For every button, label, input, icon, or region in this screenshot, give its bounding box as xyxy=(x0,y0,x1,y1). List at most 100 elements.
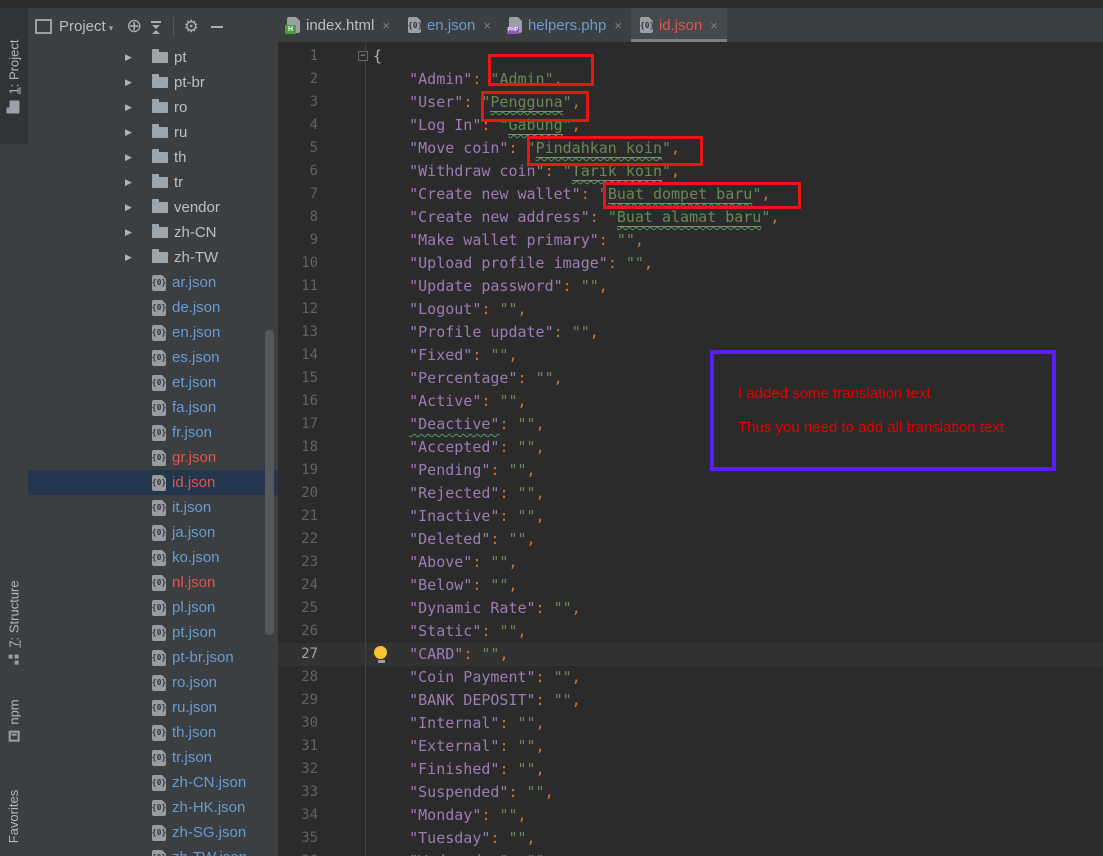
code-line-23[interactable]: 23 "Above": "", xyxy=(278,551,1103,574)
close-icon[interactable]: × xyxy=(614,18,622,33)
code-line-25[interactable]: 25 "Dynamic Rate": "", xyxy=(278,597,1103,620)
settings-button[interactable]: ⚙ xyxy=(180,16,202,38)
code-line-11[interactable]: 11 "Update password": "", xyxy=(278,275,1103,298)
tree-item-label: nl.json xyxy=(172,574,215,591)
line-number: 7 xyxy=(278,183,318,206)
code-line-32[interactable]: 32 "Finished": "", xyxy=(278,758,1103,781)
code-line-31[interactable]: 31 "External": "", xyxy=(278,735,1103,758)
tree-item-it.json[interactable]: {0}it.json xyxy=(28,495,278,520)
code-line-8[interactable]: 8 "Create new address": "Buat alamat bar… xyxy=(278,206,1103,229)
tree-item-ro[interactable]: ▶ro xyxy=(28,95,278,120)
editor-tab-index.html[interactable]: Hindex.html× xyxy=(278,8,399,42)
code-line-26[interactable]: 26 "Static": "", xyxy=(278,620,1103,643)
tree-scrollbar[interactable] xyxy=(265,330,274,635)
close-icon[interactable]: × xyxy=(483,18,491,33)
code-line-22[interactable]: 22 "Deleted": "", xyxy=(278,528,1103,551)
chevron-right-icon[interactable]: ▶ xyxy=(125,127,152,138)
tree-item-th[interactable]: ▶th xyxy=(28,145,278,170)
tree-item-nl.json[interactable]: {0}nl.json xyxy=(28,570,278,595)
tree-item-fr.json[interactable]: {0}fr.json xyxy=(28,420,278,445)
tree-item-zh-TW[interactable]: ▶zh-TW xyxy=(28,245,278,270)
tree-item-ja.json[interactable]: {0}ja.json xyxy=(28,520,278,545)
tree-item-et.json[interactable]: {0} et.json xyxy=(28,370,278,395)
tree-item-id.json[interactable]: {0}id.json xyxy=(28,470,278,495)
chevron-right-icon[interactable]: ▶ xyxy=(125,152,152,163)
tree-item-zh-CN[interactable]: ▶zh-CN xyxy=(28,220,278,245)
code-line-13[interactable]: 13 "Profile update": "", xyxy=(278,321,1103,344)
tree-item-label: pt-br xyxy=(174,74,205,91)
code-line-34[interactable]: 34 "Monday": "", xyxy=(278,804,1103,827)
chevron-right-icon[interactable]: ▶ xyxy=(125,77,152,88)
tree-item-pl.json[interactable]: {0}pl.json xyxy=(28,595,278,620)
close-icon[interactable]: × xyxy=(382,18,390,33)
code-line-3[interactable]: 3 "User": "Pengguna", xyxy=(278,91,1103,114)
code-text: "Deleted": "", xyxy=(373,528,536,551)
code-line-2[interactable]: 2 "Admin": "Admin", xyxy=(278,68,1103,91)
chevron-right-icon[interactable]: ▶ xyxy=(125,252,152,263)
close-icon[interactable]: × xyxy=(710,18,718,33)
tree-item-fa.json[interactable]: {0}fa.json xyxy=(28,395,278,420)
code-line-33[interactable]: 33 "Suspended": "", xyxy=(278,781,1103,804)
stripe-tab-favorites[interactable]: Favorites xyxy=(0,768,28,856)
code-line-4[interactable]: 4 "Log In": "Gabung", xyxy=(278,114,1103,137)
tree-item-en.json[interactable]: {0}en.json xyxy=(28,320,278,345)
tree-item-zh-HK.json[interactable]: {0}zh-HK.json xyxy=(28,795,278,820)
chevron-right-icon[interactable]: ▶ xyxy=(125,177,152,188)
tree-item-de.json[interactable]: {0}de.json xyxy=(28,295,278,320)
chevron-right-icon[interactable]: ▶ xyxy=(125,52,152,63)
code-line-29[interactable]: 29 "BANK DEPOSIT": "", xyxy=(278,689,1103,712)
tree-item-ro.json[interactable]: {0}ro.json xyxy=(28,670,278,695)
tree-item-zh-CN.json[interactable]: {0}zh-CN.json xyxy=(28,770,278,795)
code-text: "Tuesday": "", xyxy=(373,827,536,850)
code-line-28[interactable]: 28 "Coin Payment": "", xyxy=(278,666,1103,689)
intention-bulb-icon[interactable] xyxy=(374,646,388,663)
tree-item-es.json[interactable]: {0}es.json xyxy=(28,345,278,370)
code-text: "Pending": "", xyxy=(373,459,536,482)
project-view-selector[interactable]: Project xyxy=(59,18,106,35)
code-text: "Below": "", xyxy=(373,574,518,597)
tree-item-vendor[interactable]: ▶vendor xyxy=(28,195,278,220)
tree-item-tr.json[interactable]: {0}tr.json xyxy=(28,745,278,770)
code-line-12[interactable]: 12 "Logout": "", xyxy=(278,298,1103,321)
locate-file-button[interactable]: ⊕ xyxy=(123,16,145,38)
code-line-21[interactable]: 21 "Inactive": "", xyxy=(278,505,1103,528)
chevron-right-icon[interactable]: ▶ xyxy=(125,202,152,213)
tree-item-ar.json[interactable]: {0}ar.json xyxy=(28,270,278,295)
code-line-36[interactable]: 36 "Wednesday": "", xyxy=(278,850,1103,856)
code-line-1[interactable]: 1{ xyxy=(278,45,1103,68)
tree-item-zh-SG.json[interactable]: {0}zh-SG.json xyxy=(28,820,278,845)
code-line-20[interactable]: 20 "Rejected": "", xyxy=(278,482,1103,505)
editor-tab-helpers.php[interactable]: PHPhelpers.php× xyxy=(500,8,631,42)
editor-tab-id.json[interactable]: {0}id.json× xyxy=(631,8,727,42)
tree-item-pt.json[interactable]: {0}pt.json xyxy=(28,620,278,645)
json-file-icon: {0} xyxy=(152,375,166,391)
editor-tab-en.json[interactable]: {0}en.json× xyxy=(399,8,500,42)
tree-item-pt-br.json[interactable]: {0}pt-br.json xyxy=(28,645,278,670)
code-line-30[interactable]: 30 "Internal": "", xyxy=(278,712,1103,735)
chevron-right-icon[interactable]: ▶ xyxy=(125,227,152,238)
code-line-9[interactable]: 9 "Make wallet primary": "", xyxy=(278,229,1103,252)
hide-panel-button[interactable] xyxy=(206,16,228,38)
tree-item-ru[interactable]: ▶ru xyxy=(28,120,278,145)
tree-item-label: et.json xyxy=(172,374,216,391)
tree-item-tr[interactable]: ▶ tr xyxy=(28,170,278,195)
stripe-tab-structure[interactable]: 7: Structure xyxy=(0,575,28,670)
tree-item-ko.json[interactable]: {0}ko.json xyxy=(28,545,278,570)
stripe-tab-project[interactable]: 1: Project xyxy=(0,8,28,144)
tree-item-ru.json[interactable]: {0}ru.json xyxy=(28,695,278,720)
code-line-24[interactable]: 24 "Below": "", xyxy=(278,574,1103,597)
tree-item-pt[interactable]: ▶pt xyxy=(28,45,278,70)
code-line-10[interactable]: 10 "Upload profile image": "", xyxy=(278,252,1103,275)
tree-item-zh-TW.json[interactable]: {0}zh-TW.json xyxy=(28,845,278,856)
stripe-tab-npm[interactable]: npm xyxy=(0,680,28,760)
code-line-35[interactable]: 35 "Tuesday": "", xyxy=(278,827,1103,850)
code-line-27[interactable]: 27 "CARD": "", xyxy=(278,643,1103,666)
tree-item-pt-br[interactable]: ▶ pt-br xyxy=(28,70,278,95)
code-text: "External": "", xyxy=(373,735,545,758)
collapse-all-button[interactable] xyxy=(145,16,167,38)
tree-item-th.json[interactable]: {0}th.json xyxy=(28,720,278,745)
tree-item-gr.json[interactable]: {0}gr.json xyxy=(28,445,278,470)
chevron-right-icon[interactable]: ▶ xyxy=(125,102,152,113)
tree-item-label: tr xyxy=(174,174,183,191)
chevron-down-icon[interactable]: ▾ xyxy=(109,23,114,34)
